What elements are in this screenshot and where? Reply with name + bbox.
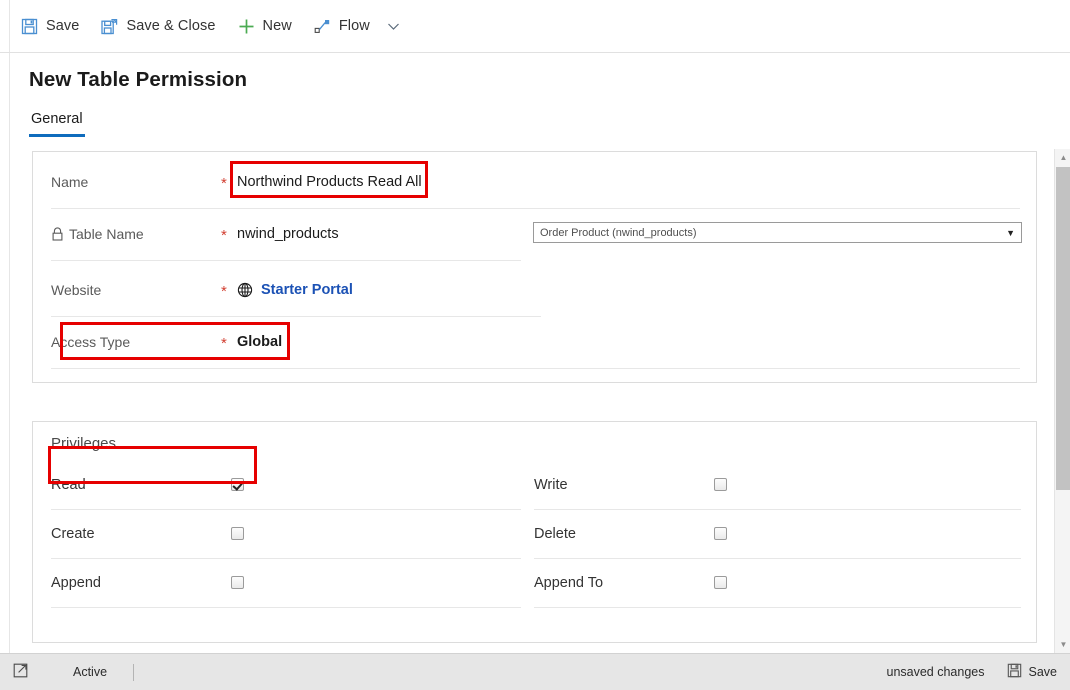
save-and-close-button-label: Save & Close (126, 18, 216, 34)
status-bar-save-label: Save (1028, 665, 1058, 679)
field-label-name: Name (51, 174, 221, 190)
plus-icon (238, 18, 255, 35)
command-bar: Save Save & Close New Flow (0, 0, 1070, 53)
privileges-section-title: Privileges (51, 435, 117, 452)
website-link[interactable]: Starter Portal (261, 282, 353, 298)
privilege-label-append-to: Append To (534, 574, 604, 591)
save-floppy-icon (1007, 663, 1022, 681)
privilege-label-read: Read (51, 476, 86, 493)
privilege-label-write: Write (534, 476, 568, 493)
form-scroll-area: Name * Northwind Products Read All Table… (10, 149, 1070, 653)
privileges-section-card: Privileges Read Create Append Write Dele… (32, 421, 1037, 643)
field-separator-2 (51, 260, 521, 261)
form-page: New Table Permission General Name * Nort… (9, 53, 1070, 653)
privilege-checkbox-append[interactable] (231, 576, 244, 589)
field-label-access-type-text: Access Type (51, 334, 131, 350)
page-title: New Table Permission (29, 68, 248, 91)
status-bar-left: Active (0, 663, 135, 681)
chevron-down-icon: ▼ (1006, 227, 1015, 238)
new-button[interactable]: New (227, 9, 303, 43)
commandbar-left-rule (9, 0, 10, 52)
save-button[interactable]: Save (10, 9, 90, 43)
save-and-close-button[interactable]: Save & Close (90, 9, 226, 43)
field-label-website-text: Website (51, 282, 102, 298)
status-bar-right: unsaved changes Save (887, 663, 1070, 681)
privilege-row-read: Read (51, 460, 521, 509)
field-label-name-text: Name (51, 174, 89, 190)
field-row-name: Name * Northwind Products Read All (51, 156, 422, 208)
field-label-table-name-text: Table Name (69, 226, 144, 242)
scrollbar-thumb[interactable] (1056, 167, 1070, 490)
chevron-down-icon (388, 23, 400, 30)
field-required-table-name: * (221, 226, 227, 244)
privilege-checkbox-write[interactable] (714, 478, 727, 491)
unsaved-changes-label: unsaved changes (886, 665, 985, 679)
field-required-website: * (221, 282, 227, 300)
field-value-name[interactable]: Northwind Products Read All (237, 174, 422, 190)
privilege-checkbox-append-to[interactable] (714, 576, 727, 589)
new-button-label: New (262, 18, 292, 34)
command-bar-overflow-button[interactable] (381, 10, 407, 42)
field-value-access-type[interactable]: Global (237, 334, 282, 350)
privilege-checkbox-delete[interactable] (714, 527, 727, 540)
privilege-checkbox-create[interactable] (231, 527, 244, 540)
field-required-name: * (221, 174, 227, 192)
privilege-row-append-to: Append To (534, 558, 1021, 607)
status-bar-divider (133, 663, 135, 681)
privilege-row-append: Append (51, 558, 521, 607)
save-floppy-icon (21, 18, 38, 35)
field-label-website: Website (51, 282, 221, 298)
table-permission-form-window: Save Save & Close New Flow New Table Per… (0, 0, 1070, 690)
status-bar-save-button[interactable]: Save (1007, 663, 1058, 681)
privilege-label-delete: Delete (534, 525, 576, 542)
privilege-label-create: Create (51, 525, 95, 542)
privilege-checkbox-read[interactable] (231, 478, 244, 491)
popout-icon[interactable] (13, 663, 28, 681)
scroll-up-arrow-icon[interactable]: ▲ (1055, 149, 1070, 166)
globe-icon (237, 282, 253, 298)
scroll-down-arrow-icon[interactable]: ▼ (1055, 636, 1070, 653)
flow-icon (314, 18, 331, 35)
field-label-access-type: Access Type (51, 334, 221, 350)
privilege-row-delete: Delete (534, 509, 1021, 558)
field-row-access-type: Access Type * Global (51, 316, 282, 368)
field-row-website: Website * Starter Portal (51, 264, 353, 316)
save-button-label: Save (46, 18, 80, 34)
table-select-dropdown[interactable]: Order Product (nwind_products) ▼ (533, 222, 1022, 243)
field-value-website: Starter Portal (237, 282, 353, 298)
privilege-separator-r3 (534, 607, 1021, 608)
field-label-table-name: Table Name (51, 226, 221, 242)
vertical-scrollbar[interactable]: ▲ ▼ (1054, 149, 1070, 653)
flow-button-label: Flow (338, 18, 370, 34)
lock-icon (52, 227, 63, 241)
table-select-value: Order Product (nwind_products) (540, 226, 697, 239)
tab-general[interactable]: General (29, 111, 85, 137)
privilege-row-create: Create (51, 509, 521, 558)
privilege-label-append: Append (51, 574, 101, 591)
save-and-close-icon (101, 18, 118, 35)
field-value-table-name: nwind_products (237, 226, 339, 242)
record-state-label: Active (73, 665, 108, 679)
privilege-separator-l3 (51, 607, 521, 608)
field-separator-4 (51, 368, 1020, 369)
field-required-access-type: * (221, 334, 227, 352)
privilege-row-write: Write (534, 460, 1021, 509)
flow-button[interactable]: Flow (303, 9, 381, 43)
form-scroll-content: Name * Northwind Products Read All Table… (10, 149, 1050, 653)
status-bar: Active unsaved changes Save (0, 653, 1070, 690)
tab-strip: General (29, 110, 85, 137)
general-section-card: Name * Northwind Products Read All Table… (32, 151, 1037, 383)
field-row-table-name: Table Name * nwind_products (51, 208, 339, 260)
